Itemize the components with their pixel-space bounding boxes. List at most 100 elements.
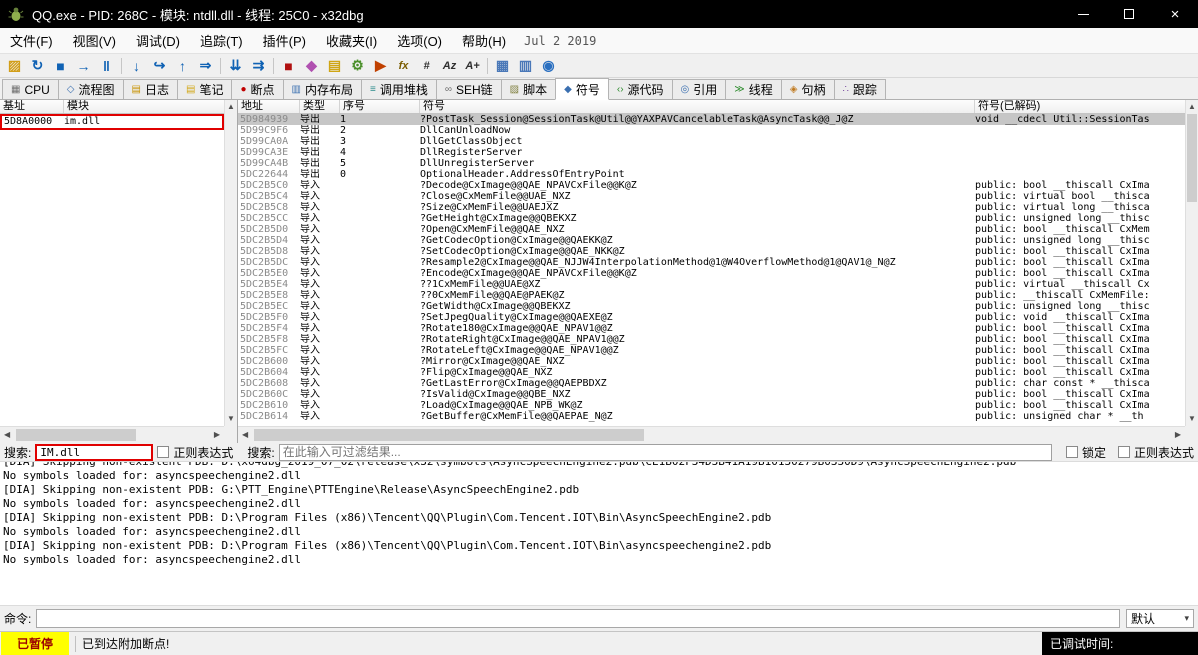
command-profile-select[interactable]: 默认 ▾ bbox=[1126, 609, 1194, 628]
symbol-row[interactable]: 5DC2B5FC导入?RotateLeft@CxImage@@QAE_NPAV1… bbox=[238, 345, 1185, 356]
symbol-row[interactable]: 5D984939导出1?PostTask_Session@SessionTask… bbox=[238, 114, 1185, 125]
stop-icon[interactable]: ■ bbox=[49, 56, 72, 76]
restart-icon[interactable]: ↻ bbox=[26, 56, 49, 76]
filter-search-input[interactable] bbox=[279, 444, 1052, 461]
symbol-row[interactable]: 5DC2B5C0导入?Decode@CxImage@@QAE_NPAVCxFil… bbox=[238, 180, 1185, 191]
pause-icon[interactable]: ‖ bbox=[95, 56, 118, 76]
symbol-row[interactable]: 5DC2B5DC导入?Resample2@CxImage@@QAE_NJJW4I… bbox=[238, 257, 1185, 268]
symbol-row[interactable]: 5DC2B614导入?GetBuffer@CxMemFile@@QAEPAE_N… bbox=[238, 411, 1185, 422]
symbol-row[interactable]: 5DC2B610导入?Load@CxImage@@QAE_NPB_WK@Zpub… bbox=[238, 400, 1185, 411]
tab-cpu[interactable]: ▦CPU bbox=[2, 79, 59, 99]
run-to-user-code-icon[interactable]: ⇒ bbox=[194, 56, 217, 76]
symbol-row[interactable]: 5DC2B5EC导入?GetWidth@CxImage@@QBEKXZpubli… bbox=[238, 301, 1185, 312]
menu-插件P[interactable]: 插件(P) bbox=[253, 28, 316, 53]
symbol-row[interactable]: 5DC2B5D8导入?SetCodecOption@CxImage@@QAE_N… bbox=[238, 246, 1185, 257]
stack-grid-icon[interactable]: ▥ bbox=[514, 56, 537, 76]
symbol-row[interactable]: 5DC22644导出0OptionalHeader.AddressOfEntry… bbox=[238, 169, 1185, 180]
symbol-row[interactable]: 5DC2B5D4导入?GetCodecOption@CxImage@@QAEKK… bbox=[238, 235, 1185, 246]
scroll-thumb[interactable] bbox=[254, 429, 644, 441]
tab-memory-map[interactable]: ▥内存布局 bbox=[283, 79, 362, 99]
symbol-row[interactable]: 5DC2B5CC导入?GetHeight@CxImage@@QBEKXZpubl… bbox=[238, 213, 1185, 224]
checkbox-icon[interactable] bbox=[1118, 446, 1130, 458]
hash-icon[interactable]: # bbox=[415, 56, 438, 76]
patches-icon[interactable]: ◆ bbox=[300, 56, 323, 76]
scroll-down-icon[interactable]: ▼ bbox=[1186, 415, 1198, 423]
open-file-icon[interactable]: ▨ bbox=[3, 56, 26, 76]
maximize-button[interactable] bbox=[1106, 0, 1152, 28]
notes-icon[interactable]: ▤ bbox=[323, 56, 346, 76]
menu-调试D[interactable]: 调试(D) bbox=[126, 28, 190, 53]
menu-追踪T[interactable]: 追踪(T) bbox=[190, 28, 253, 53]
symbol-row[interactable]: 5D99C9F6导出2DllCanUnloadNow bbox=[238, 125, 1185, 136]
scroll-up-icon[interactable]: ▲ bbox=[225, 103, 237, 111]
tab-script[interactable]: ▨脚本 bbox=[501, 79, 556, 99]
animate-into-icon[interactable]: ⇊ bbox=[224, 56, 247, 76]
symbol-row[interactable]: 5DC2B604导入?Flip@CxImage@@QAE_NXZpublic: … bbox=[238, 367, 1185, 378]
tab-source[interactable]: ‹›源代码 bbox=[608, 79, 673, 99]
modules-vscrollbar[interactable]: ▲ ▼ bbox=[224, 100, 237, 426]
tab-seh[interactable]: ∞SEH链 bbox=[436, 79, 502, 99]
symbol-row[interactable]: 5DC2B5E0导入?Encode@CxImage@@QAE_NPAVCxFil… bbox=[238, 268, 1185, 279]
tab-log[interactable]: ▤日志 bbox=[123, 79, 178, 99]
run-icon[interactable]: → bbox=[72, 56, 95, 76]
menu-收藏夹I[interactable]: 收藏夹(I) bbox=[316, 28, 387, 53]
symbol-row[interactable]: 5D99CA4B导出5DllUnregisterServer bbox=[238, 158, 1185, 169]
symbol-row[interactable]: 5DC2B60C导入?IsValid@CxImage@@QBE_NXZpubli… bbox=[238, 389, 1185, 400]
step-over-icon[interactable]: ↪ bbox=[148, 56, 171, 76]
module-row[interactable]: 5D8A0000im.dll bbox=[0, 114, 224, 130]
tab-trace[interactable]: ∴跟踪 bbox=[834, 79, 886, 99]
scroll-thumb[interactable] bbox=[1187, 114, 1197, 202]
symbol-log[interactable]: [DIA] Skipping non-existent PDB: D:\x64d… bbox=[0, 462, 1198, 605]
execute-till-return-icon[interactable]: ↑ bbox=[171, 56, 194, 76]
symbols-col-decoded[interactable]: 符号(已解码) bbox=[975, 100, 1198, 113]
module-regex-option[interactable]: 正则表达式 bbox=[157, 444, 233, 461]
scroll-right-icon[interactable]: ▶ bbox=[1175, 431, 1181, 439]
step-into-icon[interactable]: ↓ bbox=[125, 56, 148, 76]
symbols-col-symbol[interactable]: 符号 bbox=[420, 100, 975, 113]
modules-hscrollbar[interactable]: ◀ ▶ bbox=[0, 426, 224, 443]
animate-over-icon[interactable]: ⇉ bbox=[247, 56, 270, 76]
tab-threads[interactable]: ≫线程 bbox=[725, 79, 781, 99]
close-button[interactable]: × bbox=[1152, 0, 1198, 28]
menu-视图V[interactable]: 视图(V) bbox=[63, 28, 126, 53]
scroll-up-icon[interactable]: ▲ bbox=[1186, 103, 1198, 111]
symbol-row[interactable]: 5DC2B5F0导入?SetJpegQuality@CxImage@@QAEXE… bbox=[238, 312, 1185, 323]
minimize-button[interactable] bbox=[1060, 0, 1106, 28]
symbol-row[interactable]: 5DC2B5E4导入??1CxMemFile@@UAE@XZpublic: vi… bbox=[238, 279, 1185, 290]
tab-call-stack[interactable]: ≡调用堆栈 bbox=[361, 79, 437, 99]
symbols-col-ordinal[interactable]: 序号 bbox=[340, 100, 420, 113]
menu-选项O[interactable]: 选项(O) bbox=[387, 28, 452, 53]
module-search-input[interactable] bbox=[35, 444, 153, 461]
tab-breakpoints[interactable]: ●断点 bbox=[231, 79, 283, 99]
tab-notes[interactable]: ▤笔记 bbox=[177, 79, 232, 99]
symbol-row[interactable]: 5DC2B5F8导入?RotateRight@CxImage@@QAE_NPAV… bbox=[238, 334, 1185, 345]
symbol-row[interactable]: 5DC2B5C4导入?Close@CxMemFile@@UAE_NXZpubli… bbox=[238, 191, 1185, 202]
scroll-left-icon[interactable]: ◀ bbox=[4, 431, 10, 439]
scroll-thumb[interactable] bbox=[16, 429, 136, 441]
scroll-right-icon[interactable]: ▶ bbox=[214, 431, 220, 439]
modules-col-module[interactable]: 模块 bbox=[64, 100, 237, 113]
symbol-row[interactable]: 5DC2B608导入?GetLastError@CxImage@@QAEPBDX… bbox=[238, 378, 1185, 389]
font-icon[interactable]: A+ bbox=[461, 56, 484, 76]
menu-帮助H[interactable]: 帮助(H) bbox=[452, 28, 516, 53]
breakpoint-icon[interactable]: ■ bbox=[277, 56, 300, 76]
symbols-hscrollbar[interactable]: ◀ ▶ bbox=[238, 426, 1185, 443]
scroll-left-icon[interactable]: ◀ bbox=[242, 431, 248, 439]
symbol-row[interactable]: 5DC2B5D0导入?Open@CxMemFile@@QAE_NXZpublic… bbox=[238, 224, 1185, 235]
symbol-row[interactable]: 5DC2B5E8导入??0CxMemFile@@QAE@PAEK@Zpublic… bbox=[238, 290, 1185, 301]
fx-icon[interactable]: fx bbox=[392, 56, 415, 76]
goto-icon[interactable]: ▶ bbox=[369, 56, 392, 76]
scroll-down-icon[interactable]: ▼ bbox=[225, 415, 237, 423]
memory-grid-icon[interactable]: ▦ bbox=[491, 56, 514, 76]
symbol-row[interactable]: 5D99CA3E导出4DllRegisterServer bbox=[238, 147, 1185, 158]
symbol-row[interactable]: 5DC2B600导入?Mirror@CxImage@@QAE_NXZpublic… bbox=[238, 356, 1185, 367]
checkbox-icon[interactable] bbox=[157, 446, 169, 458]
tab-symbols[interactable]: ◆符号 bbox=[555, 78, 609, 100]
filter-regex-option[interactable]: 正则表达式 bbox=[1118, 444, 1194, 461]
symbol-row[interactable]: 5D99CA0A导出3DllGetClassObject bbox=[238, 136, 1185, 147]
sound-icon[interactable]: ◉ bbox=[537, 56, 560, 76]
symbol-row[interactable]: 5DC2B5C8导入?Size@CxMemFile@@UAEJXZpublic:… bbox=[238, 202, 1185, 213]
tab-handles[interactable]: ◈句柄 bbox=[781, 79, 835, 99]
command-input[interactable] bbox=[36, 609, 1120, 628]
tab-references[interactable]: ◎引用 bbox=[672, 79, 727, 99]
